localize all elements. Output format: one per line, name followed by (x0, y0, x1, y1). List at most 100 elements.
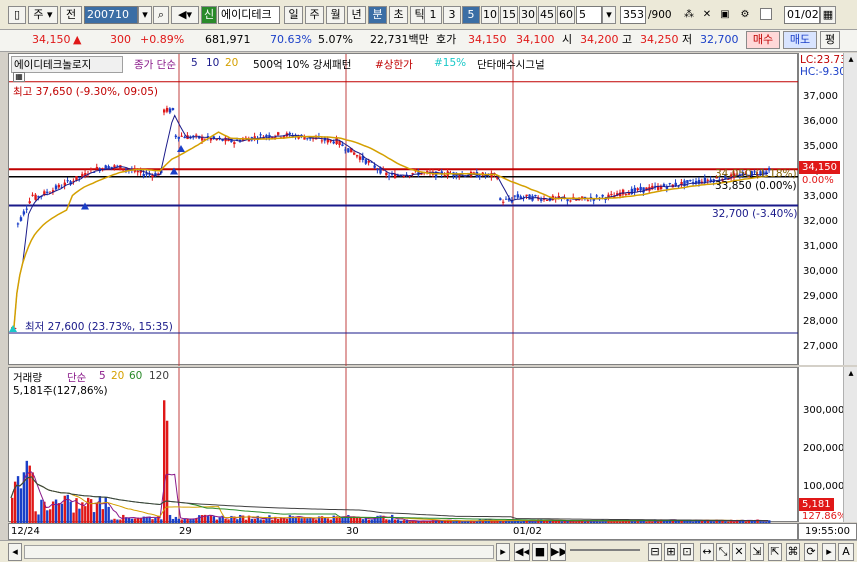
period-button[interactable]: 주 (305, 6, 324, 24)
candle-body (66, 180, 69, 182)
candle-body (636, 188, 639, 191)
gear-icon[interactable]: ⚙ (738, 8, 752, 22)
stop-icon[interactable]: ■ (532, 543, 548, 561)
tool4-icon[interactable]: ⇲ (750, 543, 764, 561)
ref3-line-label: 34,050 (1.18%) (715, 168, 797, 180)
tool8-icon[interactable]: ▸ (822, 543, 836, 561)
candle-body (75, 176, 78, 181)
search-icon[interactable]: ⌕ (153, 6, 169, 24)
scroll-left-icon[interactable]: ◂ (8, 543, 22, 561)
volume-bar (104, 497, 107, 523)
price-scrollbar[interactable]: ▴ (843, 53, 857, 365)
stock-code-input[interactable]: 200710 (84, 6, 138, 24)
save-icon[interactable]: ▣ (718, 8, 732, 22)
rewind-icon[interactable]: ◀◀ (514, 543, 530, 561)
period-button[interactable]: 년 (347, 6, 366, 24)
zoom-out-icon[interactable]: ⊟ (648, 543, 662, 561)
period-button[interactable]: 월 (326, 6, 345, 24)
zoom-in-icon[interactable]: ⊞ (664, 543, 678, 561)
candle-body (303, 137, 306, 140)
high-label: 고 (622, 33, 633, 46)
trade-amount: 22,731백만 (370, 33, 429, 46)
interval-select[interactable]: 5 (576, 6, 602, 24)
price-tick: 32,000 (803, 216, 838, 227)
volume-bar (34, 511, 37, 523)
interval-button[interactable]: 60 (557, 6, 575, 24)
code-dropdown-icon[interactable]: ▾ (138, 6, 152, 24)
calendar-icon[interactable]: ▦ (820, 6, 836, 24)
tool3-icon[interactable]: ✕ (732, 543, 746, 561)
tool6-icon[interactable]: ⌘ (786, 543, 800, 561)
bid-price: 34,100 (516, 33, 555, 46)
low-price: 32,700 (700, 33, 739, 46)
interval-dropdown-icon[interactable]: ▾ (602, 6, 616, 24)
period-button[interactable]: 분 (368, 6, 387, 24)
interval-button[interactable]: 3 (443, 6, 461, 24)
legend-stock-name[interactable]: 에이디테크놀로지 (11, 56, 123, 73)
candle-body (516, 194, 520, 198)
candle-body (353, 152, 356, 155)
reset-icon[interactable]: ⊡ (680, 543, 694, 561)
eval-button[interactable]: 평 (820, 31, 840, 49)
chart-icon[interactable]: ▯ (8, 6, 26, 24)
period-button[interactable]: 일 (284, 6, 303, 24)
candle-body (332, 141, 335, 144)
price-change-pct: +0.89% (140, 33, 185, 46)
interval-button[interactable]: 5 (462, 6, 480, 24)
tool7-icon[interactable]: ⟳ (804, 543, 818, 561)
candle-body (19, 217, 23, 221)
candle-body (443, 175, 447, 177)
speaker-icon[interactable]: ◀▾ (171, 6, 199, 24)
candle-body (358, 156, 362, 160)
buy-button[interactable]: 매수 (746, 31, 780, 49)
sell-button[interactable]: 매도 (783, 31, 817, 49)
candle-body (355, 155, 359, 157)
volume-bar (57, 503, 61, 523)
tool5-icon[interactable]: ⇱ (768, 543, 782, 561)
volume-scrollbar[interactable]: ▴ (843, 367, 857, 522)
scroll-up-icon[interactable]: ▴ (844, 367, 857, 381)
range-button[interactable]: 전 (60, 6, 82, 24)
toolbar: ▯ 주 ▾ 전 200710 ▾ ⌕ ◀▾ 신 에이디테크 일주월년분초틱 13… (0, 0, 857, 30)
settings-icon[interactable]: ⁂ (682, 8, 696, 22)
interval-button[interactable]: 10 (481, 6, 499, 24)
speed-slider[interactable] (570, 549, 640, 551)
date-input[interactable]: 01/02 (784, 6, 820, 24)
period-button[interactable]: 초 (389, 6, 408, 24)
volume-chart[interactable]: 거래량 단순 5 20 60 120 5,181주(127,86%) (8, 367, 798, 523)
candle-body (163, 109, 166, 113)
tool1-icon[interactable]: ↔ (700, 543, 714, 561)
market-select[interactable]: 주 ▾ (28, 6, 58, 24)
count-input[interactable]: 353 (620, 6, 646, 24)
stock-name-field[interactable]: 에이디테크 (218, 6, 280, 24)
scroll-up-icon[interactable]: ▴ (844, 53, 857, 67)
interval-button[interactable]: 45 (538, 6, 556, 24)
forward-icon[interactable]: ▶▶ (550, 543, 566, 561)
candle-body (364, 159, 368, 164)
date-checkbox[interactable] (760, 8, 772, 20)
candle-body (46, 191, 49, 193)
legend-ma20: 20 (225, 57, 239, 69)
candle-body (125, 169, 128, 171)
scroll-right-icon[interactable]: ▸ (496, 543, 510, 561)
horizontal-scrollbar[interactable] (24, 545, 494, 559)
tool2-icon[interactable]: ⤡ (716, 543, 730, 561)
vol-ma120-line (10, 476, 769, 522)
interval-button[interactable]: 1 (424, 6, 442, 24)
candle-body (25, 208, 29, 210)
zoom-icon[interactable]: ✕ (700, 8, 714, 22)
candle-body (373, 165, 376, 168)
volume-bar (16, 476, 20, 523)
candle-body (402, 176, 406, 178)
candle-body (168, 108, 172, 113)
interval-button[interactable]: 30 (519, 6, 537, 24)
candle-body (215, 139, 219, 141)
interval-button[interactable]: 15 (500, 6, 518, 24)
price-change: 300 (110, 33, 131, 46)
grid-icon[interactable]: ▦ (13, 72, 25, 82)
text-tool-icon[interactable]: A (838, 543, 854, 561)
candle-body (437, 170, 441, 172)
candle-body (659, 186, 663, 190)
candle-body (388, 175, 391, 178)
price-chart[interactable]: 에이디테크놀로지 종가 단순 5 10 20 500억 10% 강세패턴 #상한… (8, 53, 799, 366)
